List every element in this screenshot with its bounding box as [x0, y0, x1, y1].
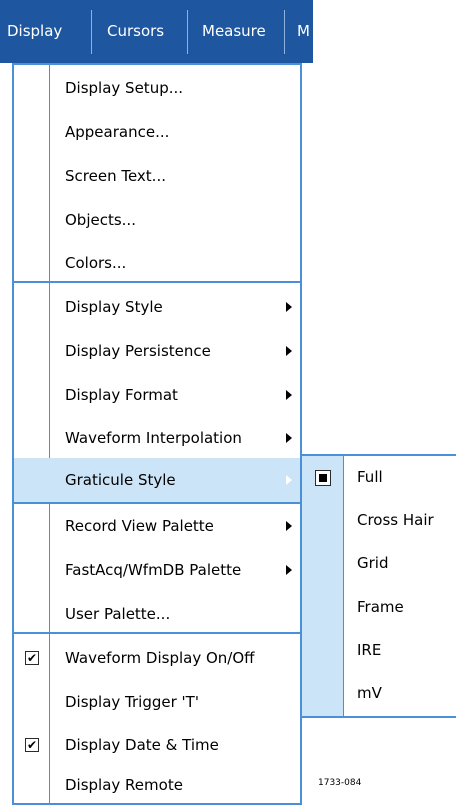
- submenu-arrow-icon: [286, 521, 292, 531]
- menu-measure[interactable]: Measure: [202, 0, 266, 63]
- menu-separator: [14, 281, 300, 283]
- menu-item-label: Objects...: [65, 211, 136, 229]
- menu-item-label: Display Remote: [65, 776, 183, 794]
- menu-item-label: Display Style: [65, 298, 163, 316]
- submenu-item-label: Cross Hair: [357, 511, 434, 529]
- submenu-item-grid[interactable]: Grid: [302, 542, 456, 585]
- submenu-item-label: IRE: [357, 641, 382, 659]
- submenu-item-mv[interactable]: mV: [302, 672, 456, 715]
- menu-item-appearance[interactable]: Appearance...: [14, 110, 300, 154]
- menu-item-objects[interactable]: Objects...: [14, 198, 300, 242]
- menu-item-label: Appearance...: [65, 123, 170, 141]
- submenu-item-full[interactable]: Full: [302, 456, 456, 499]
- submenu-arrow-icon: [286, 565, 292, 575]
- selected-bullet-icon: [315, 470, 331, 486]
- submenu-arrow-icon: [286, 433, 292, 443]
- menu-item-label: Display Date & Time: [65, 736, 219, 754]
- menu-item-record-view-palette[interactable]: Record View Palette: [14, 504, 300, 548]
- menu-item-label: Screen Text...: [65, 167, 166, 185]
- menu-item-label: Display Trigger 'T': [65, 693, 199, 711]
- menu-item-display-persistence[interactable]: Display Persistence: [14, 329, 300, 373]
- menu-cursors[interactable]: Cursors: [107, 0, 164, 63]
- menu-item-colors[interactable]: Colors...: [14, 241, 300, 285]
- menu-item-label: Waveform Interpolation: [65, 429, 242, 447]
- graticule-style-submenu: Full Cross Hair Grid Frame IRE mV: [300, 454, 456, 718]
- menu-more[interactable]: M: [297, 0, 310, 63]
- submenu-arrow-icon: [286, 302, 292, 312]
- menu-item-label: Display Setup...: [65, 79, 184, 97]
- menu-separator: [14, 632, 300, 634]
- submenu-item-label: Grid: [357, 554, 389, 572]
- submenu-arrow-icon: [286, 346, 292, 356]
- menubar-separator: [187, 10, 188, 54]
- menubar: Display Cursors Measure M: [0, 0, 313, 63]
- menu-item-label: Graticule Style: [65, 471, 176, 489]
- menu-item-label: Waveform Display On/Off: [65, 649, 255, 667]
- menu-item-label: User Palette...: [65, 605, 171, 623]
- menu-item-label: Display Persistence: [65, 342, 211, 360]
- menu-item-graticule-style[interactable]: Graticule Style: [14, 458, 300, 502]
- menu-item-display-setup[interactable]: Display Setup...: [14, 66, 300, 110]
- menu-item-label: Colors...: [65, 254, 127, 272]
- menu-item-screen-text[interactable]: Screen Text...: [14, 154, 300, 198]
- menu-item-waveform-display-toggle[interactable]: ✔ Waveform Display On/Off: [14, 636, 300, 680]
- submenu-arrow-icon: [286, 475, 292, 485]
- menu-item-label: Display Format: [65, 386, 178, 404]
- submenu-item-label: Frame: [357, 598, 404, 616]
- menu-item-user-palette[interactable]: User Palette...: [14, 592, 300, 636]
- submenu-item-frame[interactable]: Frame: [302, 586, 456, 629]
- menu-item-label: Record View Palette: [65, 517, 214, 535]
- submenu-item-ire[interactable]: IRE: [302, 629, 456, 672]
- display-menu: Display Setup... Appearance... Screen Te…: [12, 63, 302, 805]
- menubar-separator: [284, 10, 285, 54]
- menu-item-label: FastAcq/WfmDB Palette: [65, 561, 242, 579]
- menu-item-display-style[interactable]: Display Style: [14, 285, 300, 329]
- submenu-item-cross-hair[interactable]: Cross Hair: [302, 499, 456, 542]
- checkmark-icon: ✔: [25, 738, 39, 752]
- menubar-separator: [91, 10, 92, 54]
- checkmark-icon: ✔: [25, 651, 39, 665]
- menu-display[interactable]: Display: [7, 0, 62, 63]
- menu-item-display-remote[interactable]: Display Remote: [14, 763, 300, 807]
- menu-item-display-format[interactable]: Display Format: [14, 373, 300, 417]
- menu-item-fastacq-wfmdb-palette[interactable]: FastAcq/WfmDB Palette: [14, 548, 300, 592]
- submenu-item-label: mV: [357, 684, 382, 702]
- submenu-arrow-icon: [286, 390, 292, 400]
- figure-id: 1733-084: [318, 778, 362, 788]
- menu-item-waveform-interpolation[interactable]: Waveform Interpolation: [14, 416, 300, 460]
- menu-item-display-trigger-t[interactable]: Display Trigger 'T': [14, 680, 300, 724]
- menu-item-display-date-time[interactable]: ✔ Display Date & Time: [14, 723, 300, 767]
- submenu-item-label: Full: [357, 468, 383, 486]
